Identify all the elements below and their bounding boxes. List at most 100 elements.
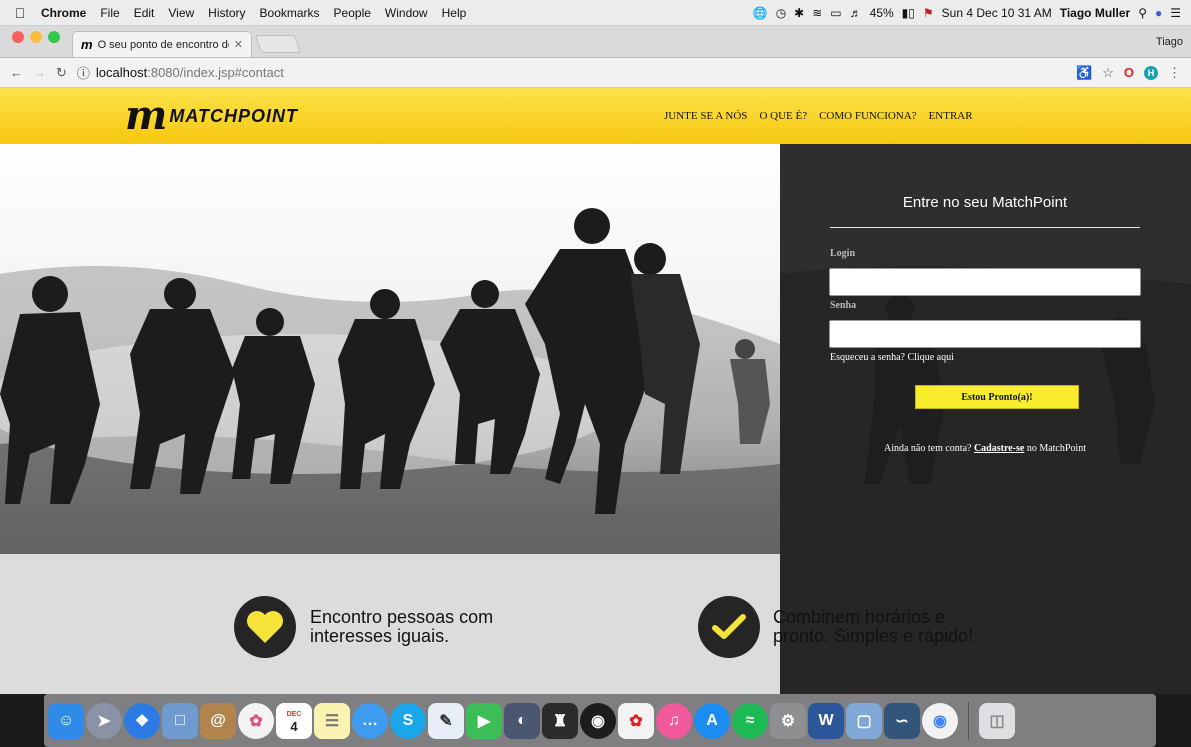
menu-edit[interactable]: Edit	[127, 6, 162, 20]
calendar-day: 4	[290, 718, 298, 734]
globe-icon[interactable]: 🌐	[753, 6, 768, 20]
bluetooth-icon[interactable]: ✱	[794, 6, 804, 20]
apple-menu-icon[interactable]: 	[6, 5, 34, 21]
word-icon[interactable]: W	[808, 702, 844, 739]
nav-entrar[interactable]: ENTRAR	[929, 110, 973, 122]
nav-junte-se[interactable]: JUNTE SE A NÓS	[664, 110, 747, 122]
logo-mark: m	[125, 92, 167, 139]
forgot-password-link[interactable]: Esqueceu a senha? Clique aqui	[830, 352, 954, 363]
url-path: :8080/index.jsp#contact	[147, 65, 284, 80]
opera-extension-icon[interactable]: O	[1124, 65, 1134, 80]
photos-icon[interactable]: ✿	[238, 702, 274, 739]
system-preferences-icon[interactable]: ⚙	[770, 702, 806, 739]
login-label: Login	[830, 248, 856, 259]
hola-extension-icon[interactable]: H	[1144, 65, 1158, 80]
info-icon[interactable]: ⓘ	[77, 63, 90, 82]
menu-help[interactable]: Help	[435, 6, 474, 20]
site-header: m MATCHPOINT JUNTE SE A NÓS O QUE É? COM…	[0, 88, 1191, 144]
hero-photo	[0, 144, 780, 554]
main-nav: JUNTE SE A NÓS O QUE É? COMO FUNCIONA? E…	[664, 110, 973, 122]
popcorn-time-icon[interactable]: ✿	[618, 702, 654, 739]
logo-name: MATCHPOINT	[169, 105, 298, 126]
signup-text: Ainda não tem conta? Cadastre-se no Matc…	[830, 443, 1140, 454]
site-favicon-icon: m	[81, 37, 93, 52]
launchpad-icon[interactable]: ➤	[86, 702, 122, 739]
itunes-icon[interactable]: ♫	[656, 702, 692, 739]
new-tab-button[interactable]	[254, 35, 302, 53]
chess-icon[interactable]: ♜	[542, 702, 578, 739]
browser-toolbar: ← → ↻ ⓘ localhost:8080/index.jsp#contact…	[0, 58, 1191, 88]
forward-icon[interactable]: →	[33, 65, 46, 80]
screenshot-icon[interactable]: ◉	[580, 702, 616, 739]
tab-close-icon[interactable]: ✕	[234, 38, 243, 51]
login-panel: Entre no seu MatchPoint Login Senha Esqu…	[780, 144, 1191, 554]
password-input[interactable]	[829, 320, 1141, 348]
virtualbox-icon[interactable]: ▢	[846, 702, 882, 739]
messages-icon[interactable]: …	[352, 702, 388, 739]
battery-icon[interactable]: ▮▯	[902, 6, 915, 20]
menubar-clock[interactable]: Sun 4 Dec 10 31 AM	[942, 6, 1052, 20]
profile-button[interactable]: Tiago	[1156, 36, 1191, 48]
menubar-status-area: 🌐 ◷ ✱ ≋ ▭ ♬ 45% ▮▯ ⚑ Sun 4 Dec 10 31 AM …	[753, 6, 1191, 20]
notification-center-icon[interactable]: ☰	[1170, 6, 1181, 20]
menu-history[interactable]: History	[201, 6, 252, 20]
mysql-workbench-icon[interactable]: ∽	[884, 702, 920, 739]
minimize-window-button[interactable]	[30, 30, 42, 43]
menu-view[interactable]: View	[161, 6, 201, 20]
browser-tabbar: m O seu ponto de encontro dos e ✕ Tiago	[0, 26, 1191, 58]
facetime-icon[interactable]: ▶	[466, 702, 502, 739]
back-icon[interactable]: ←	[10, 65, 23, 80]
menubar-user[interactable]: Tiago Muller	[1060, 6, 1130, 20]
flag-icon[interactable]: ⚑	[923, 6, 934, 20]
macos-menubar:  Chrome File Edit View History Bookmark…	[0, 0, 1191, 26]
spotlight-icon[interactable]: ⚲	[1138, 6, 1147, 20]
browser-tab-active[interactable]: m O seu ponto de encontro dos e ✕	[72, 31, 252, 57]
volume-icon[interactable]: ♬	[850, 6, 862, 20]
toolbar-right: ♿ ☆ O H ⋮	[1076, 65, 1181, 81]
menu-file[interactable]: File	[93, 6, 126, 20]
menu-app-name[interactable]: Chrome	[34, 6, 93, 20]
time-machine-icon[interactable]: ◷	[776, 6, 786, 20]
feature-1-text: Encontro pessoas com interesses iguais.	[310, 608, 493, 646]
contacts-icon[interactable]: @	[200, 702, 236, 739]
menu-bookmarks[interactable]: Bookmarks	[253, 6, 327, 20]
wifi-icon[interactable]: ≋	[812, 6, 822, 20]
calendar-icon[interactable]: DEC 4	[276, 702, 312, 739]
triathlon-runners-image	[0, 144, 780, 554]
textedit-icon[interactable]: ✎	[428, 702, 464, 739]
nav-o-que-e[interactable]: O QUE É?	[759, 110, 807, 122]
safari-icon[interactable]: ❖	[124, 702, 160, 739]
signup-link[interactable]: Cadastre-se	[974, 443, 1024, 454]
heart-icon	[234, 596, 296, 658]
airplay-icon[interactable]: ▭	[830, 6, 841, 20]
extension-key-icon[interactable]: ♿	[1076, 65, 1092, 81]
macos-dock: ☺ ➤ ❖ □ @ ✿ DEC 4 ☰ … S ✎ ▶ ◐ ♜ ◉ ✿ ♫ A …	[44, 694, 1156, 747]
dashboard-icon[interactable]: ◐	[504, 702, 540, 739]
tab-title: O seu ponto de encontro dos e	[97, 38, 229, 51]
bookmark-star-icon[interactable]: ☆	[1102, 65, 1114, 81]
nav-como-funciona[interactable]: COMO FUNCIONA?	[819, 110, 916, 122]
preview-icon[interactable]: □	[162, 702, 198, 739]
site-logo[interactable]: m MATCHPOINT	[125, 96, 298, 136]
close-window-button[interactable]	[12, 30, 24, 43]
skype-icon[interactable]: S	[390, 702, 426, 739]
address-bar[interactable]: ⓘ localhost:8080/index.jsp#contact	[77, 62, 1066, 84]
finder-icon[interactable]: ☺	[48, 702, 84, 739]
spotify-icon[interactable]: ≈	[732, 702, 768, 739]
menu-people[interactable]: People	[327, 6, 378, 20]
trash-icon[interactable]: ◫	[979, 702, 1015, 739]
app-store-icon[interactable]: A	[694, 702, 730, 739]
feature-2-text: Combinem horários e pronto. Simples e rá…	[773, 608, 973, 646]
notes-icon[interactable]: ☰	[314, 702, 350, 739]
siri-icon[interactable]: ●	[1155, 6, 1162, 20]
chrome-menu-icon[interactable]: ⋮	[1168, 65, 1181, 81]
zoom-window-button[interactable]	[48, 30, 60, 43]
feature-1-line1: Encontro pessoas com	[310, 607, 494, 627]
chrome-icon[interactable]: ◉	[922, 702, 958, 739]
submit-button[interactable]: Estou Pronto(a)!	[915, 385, 1079, 409]
url-host: localhost	[95, 65, 148, 80]
reload-icon[interactable]: ↻	[56, 65, 67, 81]
login-input[interactable]	[829, 268, 1141, 296]
battery-percent[interactable]: 45%	[870, 6, 894, 20]
menu-window[interactable]: Window	[378, 6, 435, 20]
